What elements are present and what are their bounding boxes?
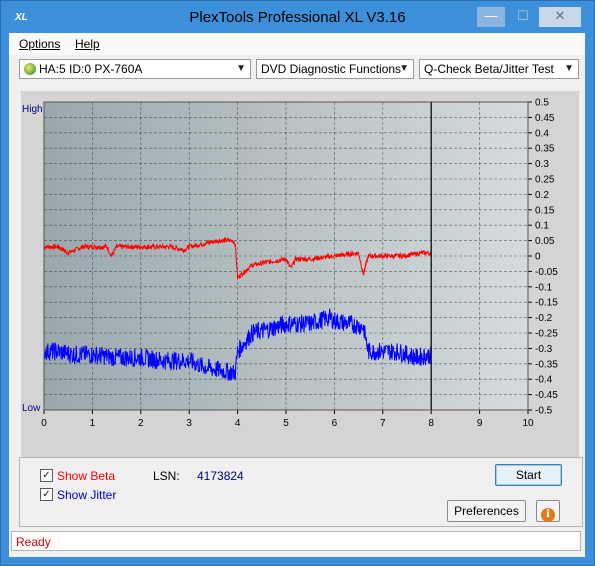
x-tick-label: 8 — [428, 418, 434, 429]
y-tick-label: 0 — [535, 252, 541, 263]
y-tick-label: -0.35 — [535, 359, 558, 370]
menu-options-label: Options — [19, 37, 61, 51]
lsn-value: 4173824 — [197, 469, 244, 483]
x-tick-label: 2 — [138, 418, 144, 429]
menu-options[interactable]: Options — [19, 37, 60, 51]
y-tick-label: 0.25 — [535, 175, 555, 186]
status-bar: Ready — [11, 531, 581, 551]
minimize-button[interactable]: — — [477, 7, 505, 27]
window-title: PlexTools Professional XL V3.16 — [189, 9, 406, 26]
chart-panel: 0.5 0.45 0.4 0.35 0.3 0.25 0.2 0.15 0.1 0.05 0 -0.0… — [21, 91, 579, 479]
beta-jitter-chart: 0.5 0.45 0.4 0.35 0.3 0.25 0.2 0.15 0.1 0.05 0 -0.0… — [22, 98, 558, 430]
y-tick-label: -0.15 — [535, 298, 558, 309]
function-select-value: DVD Diagnostic Functions — [261, 62, 402, 76]
show-jitter-label[interactable]: Show Jitter — [57, 488, 116, 502]
x-tick-label: 10 — [522, 418, 534, 429]
x-tick-label: 1 — [90, 418, 96, 429]
chevron-down-icon: ▼ — [236, 63, 246, 74]
high-label: High — [22, 104, 43, 115]
chevron-down-icon: ▼ — [399, 63, 409, 74]
menu-help-label: Help — [75, 37, 100, 51]
close-button[interactable]: ✕ — [539, 7, 581, 27]
disc-drive-icon — [24, 63, 36, 75]
y-tick-label: 0.2 — [535, 190, 549, 201]
y-tick-label: -0.2 — [535, 313, 553, 324]
client-area: Options Help HA:5 ID:0 PX-760A ▼ DVD Dia… — [9, 33, 585, 557]
x-tick-label: 3 — [186, 418, 192, 429]
y-tick-label: 0.45 — [535, 113, 555, 124]
y-tick-label: -0.5 — [535, 406, 553, 417]
menu-bar: Options Help — [9, 33, 585, 55]
y-tick-label: 0.1 — [535, 221, 549, 232]
y-tick-label: 0.4 — [535, 128, 549, 139]
status-text: Ready — [16, 535, 51, 549]
chevron-down-icon: ▼ — [564, 63, 574, 74]
x-tick-label: 7 — [380, 418, 386, 429]
function-select[interactable]: DVD Diagnostic Functions ▼ — [256, 59, 414, 79]
y-tick-label: -0.25 — [535, 329, 558, 340]
y-tick-label: -0.4 — [535, 375, 553, 386]
low-label: Low — [22, 403, 41, 414]
title-bar[interactable]: XL PlexTools Professional XL V3.16 — ☐ ✕ — [1, 1, 594, 33]
y-tick-label: 0.3 — [535, 159, 549, 170]
x-tick-label: 5 — [283, 418, 289, 429]
y-tick-label: -0.05 — [535, 267, 558, 278]
maximize-button[interactable]: ☐ — [509, 7, 537, 27]
y-tick-label: 0.15 — [535, 205, 555, 216]
y-tick-label: 0.35 — [535, 144, 555, 155]
show-beta-label[interactable]: Show Beta — [57, 469, 115, 483]
x-tick-label: 6 — [332, 418, 338, 429]
show-beta-checkbox[interactable]: ✓ — [40, 469, 53, 482]
y-tick-label: -0.45 — [535, 390, 558, 401]
x-tick-label: 9 — [477, 418, 483, 429]
y-tick-label: 0.05 — [535, 236, 555, 247]
control-panel: ✓ Show Beta ✓ Show Jitter LSN: 4173824 S… — [19, 457, 583, 527]
y-tick-label: -0.3 — [535, 344, 553, 355]
menu-help[interactable]: Help — [75, 37, 100, 51]
drive-select-value: HA:5 ID:0 PX-760A — [39, 62, 143, 76]
x-tick-label: 0 — [41, 418, 47, 429]
info-button[interactable]: i — [536, 500, 560, 522]
test-select-value: Q-Check Beta/Jitter Test — [424, 62, 554, 76]
show-jitter-checkbox[interactable]: ✓ — [40, 488, 53, 501]
preferences-button[interactable]: Preferences — [447, 500, 526, 522]
info-icon: i — [541, 508, 555, 522]
app-window: XL PlexTools Professional XL V3.16 — ☐ ✕… — [0, 0, 595, 566]
test-select[interactable]: Q-Check Beta/Jitter Test ▼ — [419, 59, 579, 79]
drive-select[interactable]: HA:5 ID:0 PX-760A ▼ — [19, 59, 251, 79]
x-tick-label: 4 — [235, 418, 241, 429]
y-tick-label: 0.5 — [535, 98, 549, 109]
y-tick-label: -0.1 — [535, 282, 553, 293]
start-button[interactable]: Start — [495, 464, 562, 486]
lsn-label: LSN: — [153, 469, 180, 483]
